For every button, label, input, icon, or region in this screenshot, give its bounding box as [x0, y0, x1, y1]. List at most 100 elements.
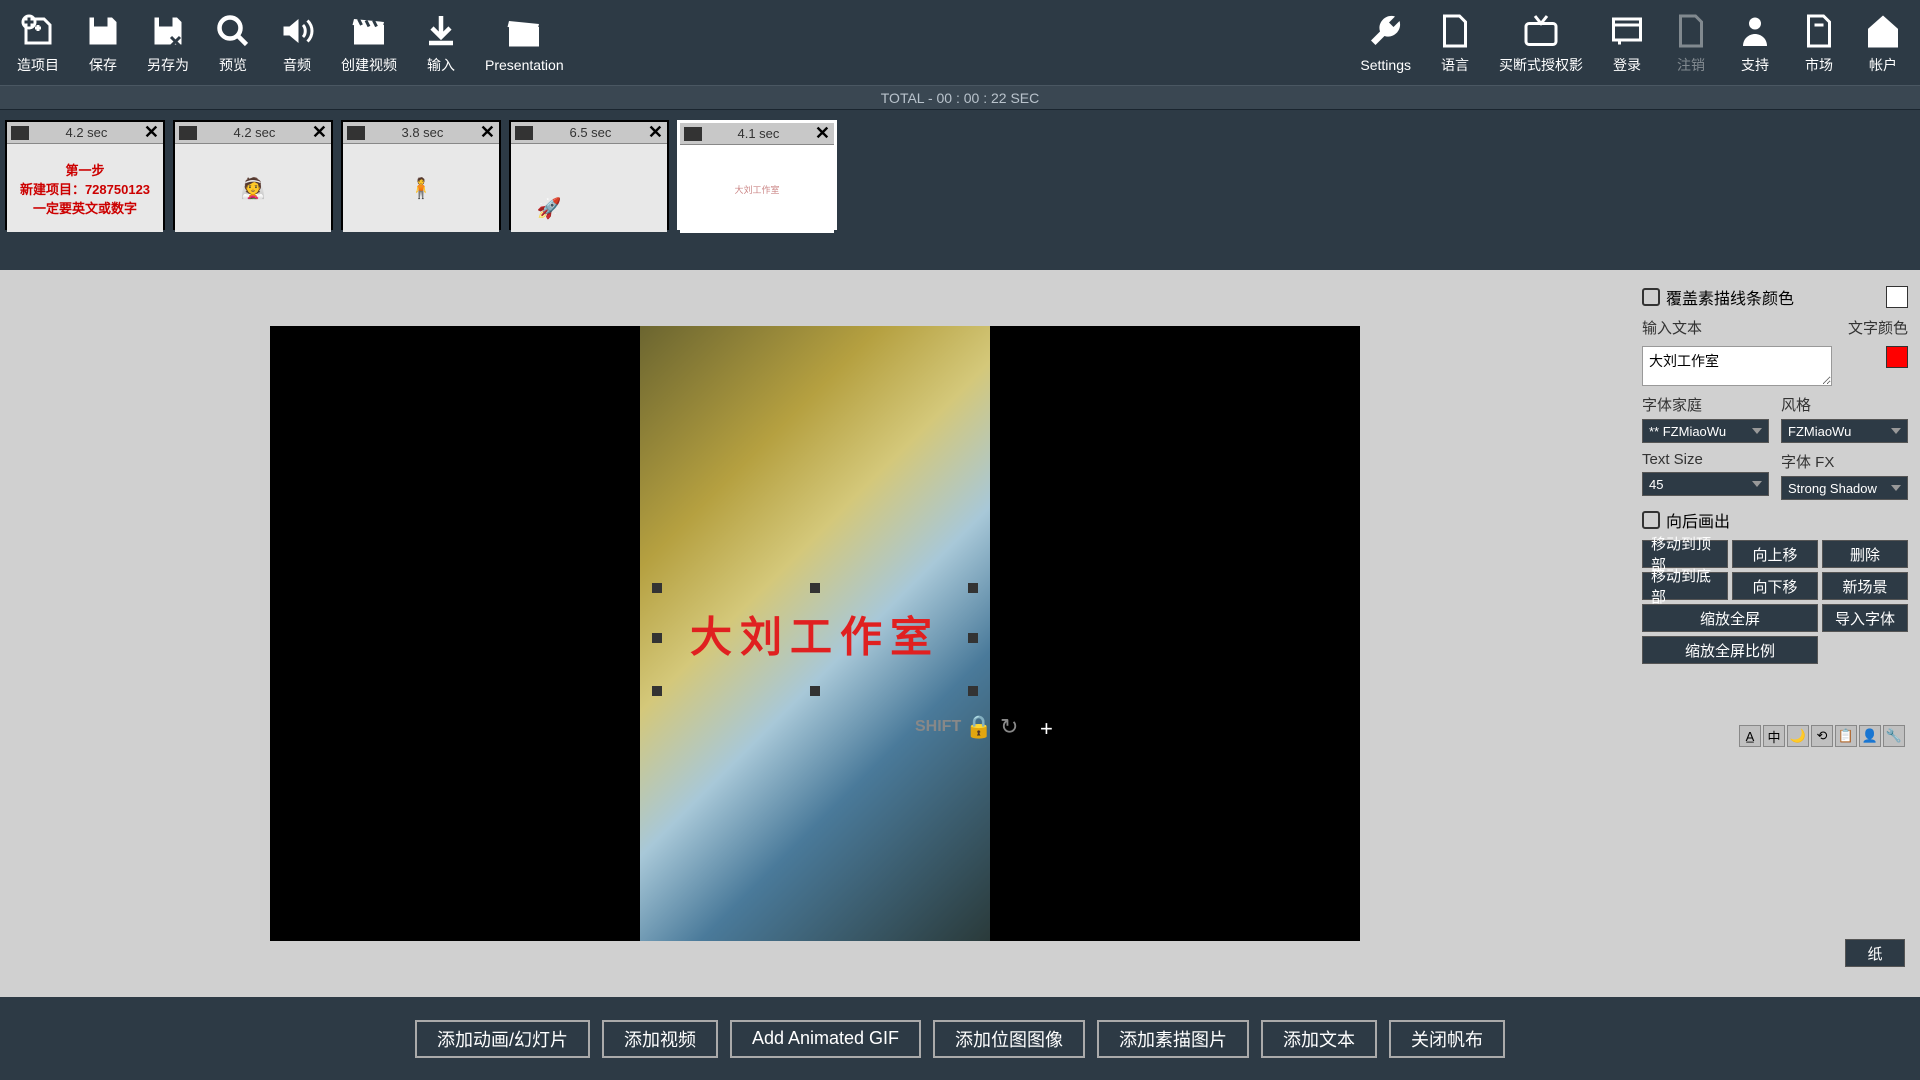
draw-out-back-label: 向后画出: [1666, 508, 1730, 532]
settings-button[interactable]: Settings: [1348, 0, 1423, 85]
save-button[interactable]: 保存: [71, 0, 135, 85]
floppy-icon: [83, 11, 123, 51]
selection-handle[interactable]: [652, 633, 662, 643]
paper-button[interactable]: 纸: [1845, 939, 1905, 967]
canvas[interactable]: 大刘工作室 SHIFT 🔒 ↻ +: [270, 326, 1360, 941]
tv-icon: [1521, 11, 1561, 51]
language-button[interactable]: 语言: [1423, 0, 1487, 85]
scene-minimize-icon[interactable]: [179, 126, 197, 140]
logout-button: 注销: [1659, 0, 1723, 85]
move-bottom-button[interactable]: 移动到底部: [1642, 572, 1728, 600]
add-text-button[interactable]: 添加文本: [1261, 1020, 1377, 1058]
font-fx-label: 字体 FX: [1781, 451, 1908, 472]
mini-btn-moon[interactable]: 🌙: [1787, 725, 1809, 747]
mini-btn-wrench[interactable]: 🔧: [1883, 725, 1905, 747]
mini-btn-person[interactable]: 👤: [1859, 725, 1881, 747]
fit-ratio-button[interactable]: 缩放全屏比例: [1642, 636, 1818, 664]
add-slide-button[interactable]: 添加动画/幻灯片: [415, 1020, 590, 1058]
scene-close-icon[interactable]: ✕: [648, 122, 663, 143]
scene-close-icon[interactable]: ✕: [144, 122, 159, 143]
clapper-icon: [349, 11, 389, 51]
selection-handle[interactable]: [968, 686, 978, 696]
selection-handle[interactable]: [810, 686, 820, 696]
login-button[interactable]: 登录: [1595, 0, 1659, 85]
wrench-icon: [1366, 13, 1406, 53]
scene-card-2[interactable]: 4.2 sec ✕ 👰: [173, 120, 333, 230]
selection-handle[interactable]: [652, 583, 662, 593]
delete-button[interactable]: 删除: [1822, 540, 1908, 568]
lock-icon[interactable]: 🔒: [965, 714, 992, 740]
close-canvas-button[interactable]: 关闭帆布: [1389, 1020, 1505, 1058]
new-scene-button[interactable]: 新场景: [1822, 572, 1908, 600]
add-bitmap-button[interactable]: 添加位图图像: [933, 1020, 1085, 1058]
scene-minimize-icon[interactable]: [347, 126, 365, 140]
top-toolbar: 造项目 保存 另存为 预览 音频 创建视频 输入 Presentation: [0, 0, 1920, 85]
text-input[interactable]: [1642, 346, 1832, 386]
mini-btn-clipboard[interactable]: 📋: [1835, 725, 1857, 747]
clapper2-icon: [504, 13, 544, 53]
scene-close-icon[interactable]: ✕: [815, 123, 830, 144]
add-video-button[interactable]: 添加视频: [602, 1020, 718, 1058]
fit-fullscreen-button[interactable]: 缩放全屏: [1642, 604, 1818, 632]
override-sketch-color-checkbox[interactable]: [1642, 288, 1660, 306]
draw-out-back-checkbox[interactable]: [1642, 511, 1660, 529]
rotate-icon[interactable]: ↻: [1000, 714, 1018, 740]
mini-btn-undo[interactable]: ⟲: [1811, 725, 1833, 747]
override-sketch-color-label: 覆盖素描线条颜色: [1666, 285, 1794, 309]
text-size-dropdown[interactable]: 45: [1642, 472, 1769, 496]
support-button[interactable]: 支持: [1723, 0, 1787, 85]
sketch-color-swatch[interactable]: [1886, 286, 1908, 308]
scene-close-icon[interactable]: ✕: [480, 122, 495, 143]
shift-label: SHIFT: [915, 718, 961, 736]
create-video-button[interactable]: 创建视频: [329, 0, 409, 85]
mini-btn-underline[interactable]: A̲: [1739, 725, 1761, 747]
person-icon: [1735, 11, 1775, 51]
scene-card-5[interactable]: 4.1 sec ✕ 大刘工作室: [677, 120, 837, 230]
scene-card-1[interactable]: 4.2 sec ✕ 第一步 新建项目：728750123 一定要英文或数字: [5, 120, 165, 230]
scene-close-icon[interactable]: ✕: [312, 122, 327, 143]
scene-minimize-icon[interactable]: [11, 126, 29, 140]
font-family-dropdown[interactable]: ** FZMiaoWu: [1642, 419, 1769, 443]
key-icon: [1607, 11, 1647, 51]
font-family-label: 字体家庭: [1642, 394, 1769, 415]
scene-card-4[interactable]: 6.5 sec ✕ 🚀: [509, 120, 669, 230]
scene-card-3[interactable]: 3.8 sec ✕ 🧍: [341, 120, 501, 230]
timeline-strip: [0, 260, 1920, 270]
move-top-button[interactable]: 移动到顶部: [1642, 540, 1728, 568]
move-down-button[interactable]: 向下移: [1732, 572, 1818, 600]
buyout-button[interactable]: 买断式授权影: [1487, 0, 1595, 85]
audio-button[interactable]: 音频: [265, 0, 329, 85]
text-color-swatch[interactable]: [1886, 346, 1908, 368]
plus-icon[interactable]: +: [1040, 716, 1053, 742]
timeline-total: TOTAL - 00 : 00 : 22 SEC: [0, 85, 1920, 110]
account-button[interactable]: 帐户: [1851, 0, 1915, 85]
move-up-button[interactable]: 向上移: [1732, 540, 1818, 568]
selection-handle[interactable]: [652, 686, 662, 696]
toolbar-right: Settings 语言 买断式授权影 登录 注销 支持 市场 帐户: [1348, 0, 1915, 85]
style-dropdown[interactable]: FZMiaoWu: [1781, 419, 1908, 443]
font-fx-dropdown[interactable]: Strong Shadow: [1781, 476, 1908, 500]
add-gif-button[interactable]: Add Animated GIF: [730, 1020, 921, 1058]
scene-minimize-icon[interactable]: [515, 126, 533, 140]
input-button[interactable]: 输入: [409, 0, 473, 85]
preview-button[interactable]: 预览: [201, 0, 265, 85]
doc-icon: [1435, 11, 1475, 51]
text-color-label: 文字颜色: [1848, 317, 1908, 338]
selection-handle[interactable]: [968, 633, 978, 643]
canvas-text[interactable]: 大刘工作室: [690, 603, 940, 664]
selection-handle[interactable]: [810, 583, 820, 593]
download-icon: [421, 11, 461, 51]
main-area: 大刘工作室 SHIFT 🔒 ↻ + 覆盖素描线条颜色 输入文本 文字颜色: [0, 270, 1920, 997]
presentation-button[interactable]: Presentation: [473, 0, 576, 85]
floppy-x-icon: [148, 11, 188, 51]
import-font-button[interactable]: 导入字体: [1822, 604, 1908, 632]
selection-handle[interactable]: [968, 583, 978, 593]
add-sketch-button[interactable]: 添加素描图片: [1097, 1020, 1249, 1058]
market-button[interactable]: 市场: [1787, 0, 1851, 85]
scene-minimize-icon[interactable]: [684, 127, 702, 141]
toolbar-left: 造项目 保存 另存为 预览 音频 创建视频 输入 Presentation: [5, 0, 576, 85]
save-as-button[interactable]: 另存为: [135, 0, 201, 85]
new-project-button[interactable]: 造项目: [5, 0, 71, 85]
style-label: 风格: [1781, 394, 1908, 415]
mini-btn-cn[interactable]: 中: [1763, 725, 1785, 747]
